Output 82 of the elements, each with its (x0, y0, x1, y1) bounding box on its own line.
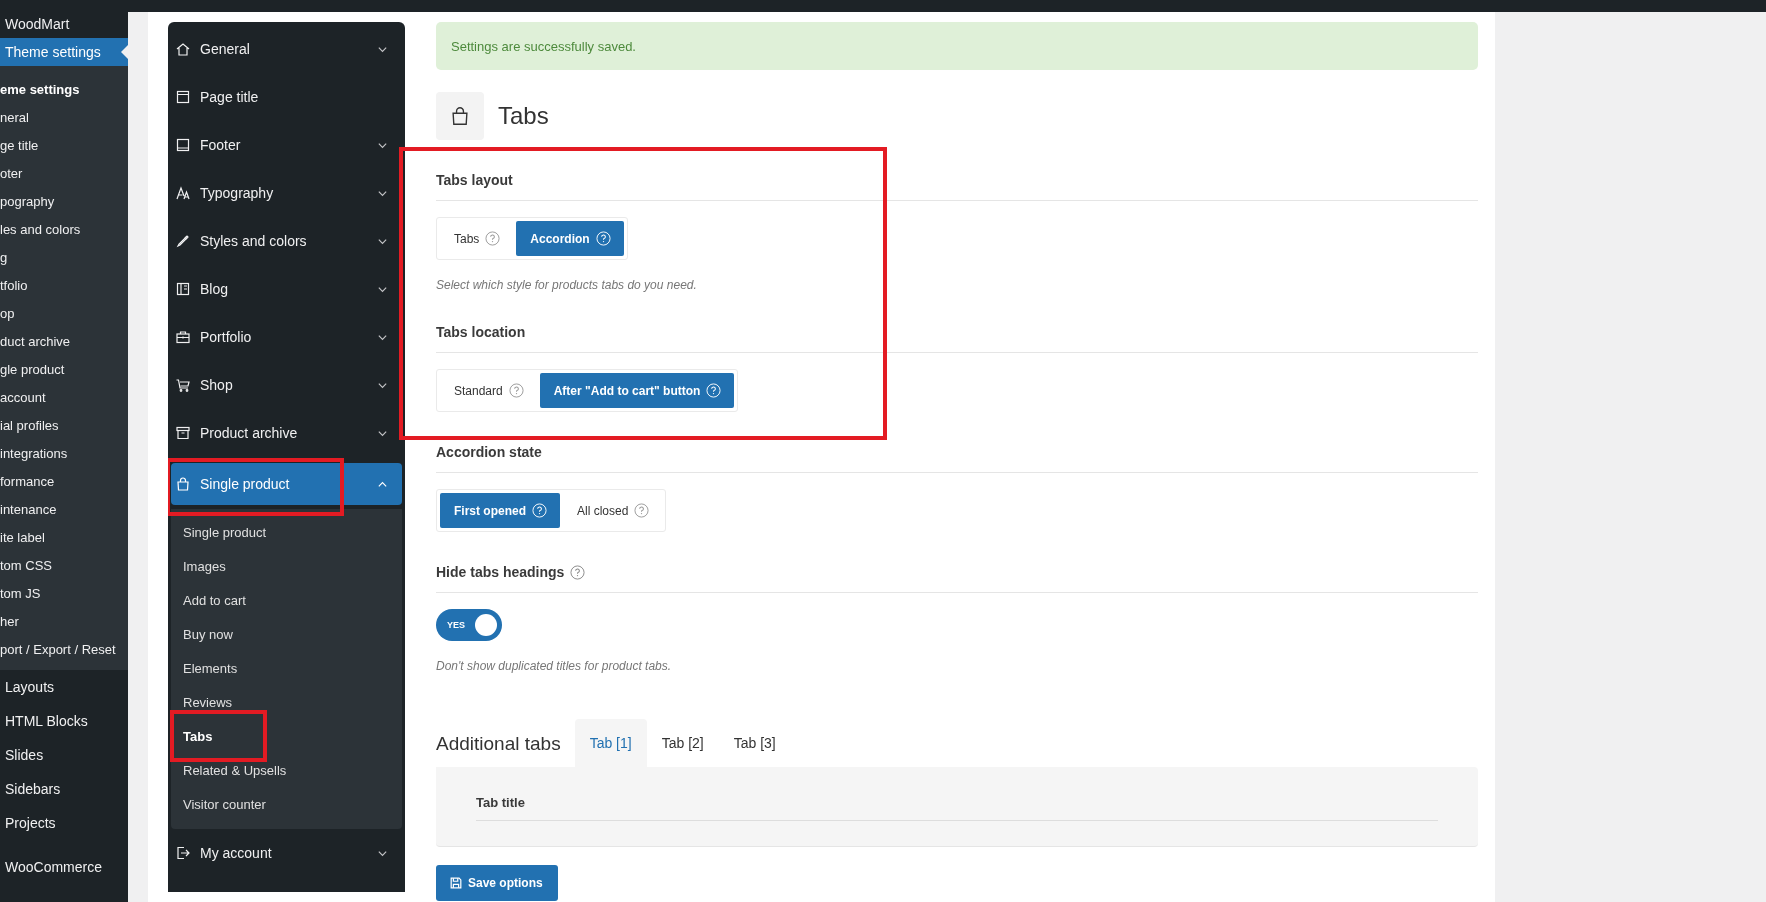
admin-submenu-item[interactable]: port / Export / Reset (0, 635, 128, 663)
settings-nav-item[interactable]: Shop (171, 361, 402, 409)
cart-icon (175, 377, 191, 393)
settings-nav-item[interactable]: Portfolio (171, 313, 402, 361)
help-icon[interactable] (570, 564, 586, 580)
settings-subnav-item[interactable]: Buy now (171, 617, 402, 651)
admin-submenu-item[interactable]: neral (0, 103, 128, 131)
layout-icon (175, 281, 191, 297)
settings-nav-item[interactable]: Footer (171, 121, 402, 169)
settings-nav-item[interactable]: Product archive (171, 409, 402, 457)
setting-label: Accordion state (436, 444, 542, 460)
admin-submenu-item[interactable]: gle product (0, 355, 128, 383)
tab[interactable]: Tab [1] (574, 719, 647, 767)
archive-icon (175, 425, 191, 441)
setting-label: Hide tabs headings (436, 564, 565, 580)
field-label: Tab title (476, 795, 1438, 821)
toggle-switch[interactable]: YES (436, 609, 502, 641)
option-button[interactable]: Accordion (516, 221, 624, 256)
home-icon (175, 41, 191, 57)
admin-submenu-item[interactable]: op (0, 299, 128, 327)
admin-submenu-item[interactable]: g (0, 243, 128, 271)
setting-label: Tabs layout (436, 172, 513, 188)
bag-icon (175, 476, 191, 492)
setting-description: Select which style for products tabs do you need. (436, 278, 698, 292)
sign-in-icon (175, 845, 191, 861)
settings-subnav-item[interactable]: Add to cart (171, 583, 402, 617)
setting-description: Don't show duplicated titles for product tabs. (436, 659, 673, 673)
admin-menu-item[interactable]: Layouts (0, 670, 128, 704)
settings-subnav-item[interactable]: Tabs (171, 719, 402, 753)
admin-submenu-item[interactable]: her (0, 607, 128, 635)
font-icon (175, 185, 191, 201)
page-title: Tabs (498, 102, 549, 130)
admin-submenu-item[interactable]: les and colors (0, 215, 128, 243)
briefcase-icon (175, 329, 191, 345)
floppy-disk-icon (449, 876, 463, 890)
bag-icon (436, 92, 484, 140)
settings-nav-item[interactable]: Typography (171, 169, 402, 217)
admin-submenu-item[interactable]: account (0, 383, 128, 411)
admin-submenu-item[interactable]: tom JS (0, 579, 128, 607)
admin-menu-item[interactable]: Slides (0, 738, 128, 772)
settings-subnav-item[interactable]: Elements (171, 651, 402, 685)
save-button[interactable]: Save options (436, 865, 558, 901)
admin-menu-item[interactable]: WoodMart (0, 12, 128, 36)
settings-subnav-item[interactable]: Visitor counter (171, 787, 402, 821)
settings-nav-item[interactable]: General (171, 25, 402, 73)
option-button[interactable]: After "Add to cart" button (539, 373, 735, 408)
admin-submenu-item[interactable]: integrations (0, 439, 128, 467)
admin-menu-item[interactable]: Sidebars (0, 772, 128, 806)
tab[interactable]: Tab [2] (646, 719, 719, 767)
admin-submenu-item[interactable]: pography (0, 187, 128, 215)
option-button[interactable]: Tabs (440, 221, 514, 256)
admin-submenu-item[interactable]: intenance (0, 495, 128, 523)
admin-submenu-item[interactable]: tom CSS (0, 551, 128, 579)
settings-nav-item[interactable]: Single product (171, 463, 402, 505)
section-heading: Additional tabs (436, 733, 562, 756)
admin-submenu-item[interactable]: tfolio (0, 271, 128, 299)
option-button[interactable]: Standard (440, 373, 537, 408)
admin-submenu-item[interactable]: ite label (0, 523, 128, 551)
settings-nav-item[interactable]: Blog (171, 265, 402, 313)
tab[interactable]: Tab [3] (718, 719, 791, 767)
option-button[interactable]: All closed (563, 493, 663, 528)
admin-menu-item[interactable]: Theme settings (0, 38, 128, 66)
admin-menu-item[interactable]: HTML Blocks (0, 704, 128, 738)
settings-subnav-item[interactable]: Images (171, 549, 402, 583)
admin-menu-item[interactable]: WooCommerce (0, 850, 128, 884)
page-icon (175, 89, 191, 105)
settings-nav-item[interactable]: My account (171, 829, 402, 877)
option-button[interactable]: First opened (440, 493, 560, 528)
admin-submenu-item[interactable]: eme settings (0, 75, 128, 103)
admin-submenu-item[interactable]: oter (0, 159, 128, 187)
admin-menu-item[interactable]: Projects (0, 806, 128, 840)
admin-submenu-item[interactable]: ial profiles (0, 411, 128, 439)
settings-nav-item[interactable]: Styles and colors (171, 217, 402, 265)
settings-subnav-item[interactable]: Single product (171, 515, 402, 549)
admin-submenu-item[interactable]: ge title (0, 131, 128, 159)
settings-nav-item[interactable]: Page title (171, 73, 402, 121)
setting-label: Tabs location (436, 324, 526, 340)
admin-submenu-item[interactable]: duct archive (0, 327, 128, 355)
admin-submenu-item[interactable]: formance (0, 467, 128, 495)
success-notice: Settings are successfully saved. (436, 22, 1478, 70)
settings-subnav-item[interactable]: Reviews (171, 685, 402, 719)
settings-subnav-item[interactable]: Related & Upsells (171, 753, 402, 787)
